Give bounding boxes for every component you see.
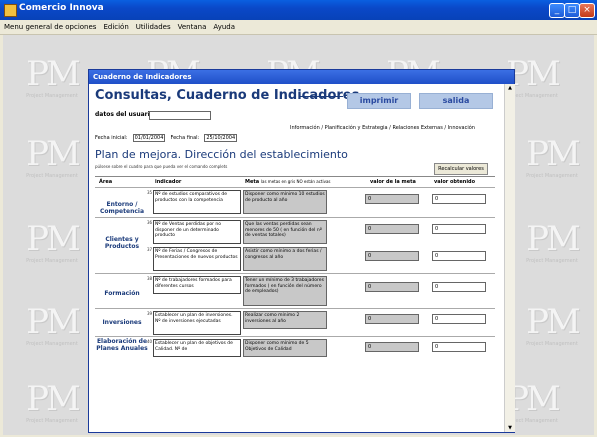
col-meta: Meta las metas en gris NO están activas: [245, 179, 331, 185]
col-valor-meta: valor de la meta: [370, 179, 416, 185]
row-number: 39: [147, 311, 153, 316]
indicador-field[interactable]: Establecer un plan de objetivos de Calid…: [153, 339, 241, 357]
date-row: Fecha inicial: 01/01/2004 Fecha final: 2…: [95, 124, 238, 143]
close-button[interactable]: ×: [579, 3, 595, 18]
header-divider: [95, 176, 495, 177]
indicadores-window: Cuaderno de Indicadores Consultas, Cuade…: [88, 69, 515, 433]
area-label: Clientes y Productos: [104, 236, 140, 250]
watermark-logo: PMProject Management: [526, 219, 581, 264]
col-area: Área: [99, 179, 113, 185]
valor-meta-field: 0: [365, 282, 419, 292]
watermark-logo: PMProject Management: [526, 134, 581, 179]
watermark-logo: PMProject Management: [526, 302, 581, 347]
area-label: Elaboración de Planes Anuales: [96, 338, 148, 352]
menu-item-edicion[interactable]: Edición: [99, 20, 131, 31]
plan-title: Plan de mejora. Dirección del establecim…: [95, 148, 348, 161]
recalcular-button[interactable]: Recalcular valores: [434, 163, 488, 175]
fecha-inicial-field[interactable]: 01/01/2004: [132, 134, 166, 142]
app-title: Comercio Innova: [19, 3, 104, 13]
meta-field: Realizar como mínimo 2 inversiones al añ…: [243, 311, 327, 329]
scroll-up-icon[interactable]: ▲: [505, 84, 515, 92]
app-title-bar: Comercio Innova _ □ ×: [0, 0, 597, 20]
indicador-field[interactable]: Nº de Ventas perdidas por no disponer de…: [153, 220, 241, 244]
indicador-field[interactable]: Nº de Ferias / Congresos de Presentacion…: [153, 247, 241, 271]
indicadores-window-title: Cuaderno de Indicadores: [89, 70, 514, 84]
menu-item-ventana[interactable]: Ventana: [174, 20, 210, 31]
minimize-button[interactable]: _: [549, 3, 565, 18]
watermark-logo: PMProject Management: [26, 379, 81, 424]
row-divider: [95, 217, 495, 218]
row-divider: [95, 336, 495, 337]
valor-meta-field: 0: [365, 251, 419, 261]
indicador-field[interactable]: Nº de trabajadores formados para diferen…: [153, 276, 241, 294]
table-header-divider: [95, 187, 495, 188]
imprimir-button[interactable]: imprimir: [347, 93, 411, 109]
form-header: Consultas, Cuaderno de Indicadores impri…: [95, 88, 505, 142]
user-label: datos del usuario:: [95, 111, 157, 118]
fecha-inicial-label: Fecha inicial:: [95, 135, 128, 141]
watermark-logo: PMProject Management: [26, 302, 81, 347]
row-divider: [95, 273, 495, 274]
valor-obtenido-field[interactable]: 0: [432, 224, 486, 234]
meta-field: Disponer como mínimo de 5 Objetivos de C…: [243, 339, 327, 357]
valor-obtenido-field[interactable]: 0: [432, 342, 486, 352]
valor-obtenido-field[interactable]: 0: [432, 194, 486, 204]
watermark-logo: PMProject Management: [26, 219, 81, 264]
col-indicador: indicador: [155, 179, 182, 185]
menu-item-utilidades[interactable]: Utilidades: [132, 20, 174, 31]
menu-item-opciones[interactable]: Menu general de opciones: [0, 20, 99, 31]
area-label: Entorno / Competencia: [99, 201, 144, 215]
row-number: 37: [147, 247, 153, 252]
area-label: Inversiones: [102, 319, 142, 326]
valor-meta-field: 0: [365, 314, 419, 324]
row-number: 40: [147, 339, 153, 344]
menu-item-ayuda[interactable]: Ayuda: [209, 20, 238, 31]
valor-obtenido-field[interactable]: 0: [432, 282, 486, 292]
meta-field: Asistir como mínimo a dos ferias / congr…: [243, 247, 327, 271]
valor-meta-field: 0: [365, 194, 419, 204]
indicador-field[interactable]: Establecer un plan de inversiones. Nº de…: [153, 311, 241, 335]
row-number: 35: [147, 190, 153, 195]
scroll-down-icon[interactable]: ▼: [505, 424, 515, 432]
menu-bar: Menu general de opciones Edición Utilidade…: [0, 20, 597, 35]
col-valor-obtenido: valor obtenido: [434, 179, 476, 185]
valor-meta-field: 0: [365, 224, 419, 234]
fecha-final-label: Fecha final:: [170, 135, 200, 141]
row-number: 38: [147, 276, 153, 281]
indicador-field[interactable]: Nº de estudios comparativos de productos…: [153, 190, 241, 214]
valor-meta-field: 0: [365, 342, 419, 352]
meta-field: Disponer como mínimo 10 estudios de prod…: [243, 190, 327, 214]
breadcrumb: Información / Planificación y Estrategia…: [290, 125, 475, 131]
row-number: 36: [147, 220, 153, 225]
valor-obtenido-field[interactable]: 0: [432, 314, 486, 324]
watermark-logo: PMProject Management: [26, 134, 81, 179]
meta-field: Tener un mínimo de 3 trabajadores formad…: [243, 276, 327, 306]
maximize-button[interactable]: □: [564, 3, 580, 18]
salida-button[interactable]: salida: [419, 93, 493, 109]
app-icon: [4, 4, 17, 17]
fecha-final-field[interactable]: 25/10/2004: [204, 134, 238, 142]
meta-field: Que las ventas perdidas sean menores de …: [243, 220, 327, 244]
vertical-scrollbar[interactable]: ▲ ▼: [504, 84, 515, 432]
hint-text: púlsese sobre el cuadro para que pueda v…: [95, 164, 228, 169]
row-divider: [95, 308, 495, 309]
valor-obtenido-field[interactable]: 0: [432, 251, 486, 261]
user-input[interactable]: [149, 111, 211, 120]
area-label: Formación: [104, 290, 140, 297]
title-rule: [299, 96, 343, 97]
watermark-logo: PMProject Management: [26, 54, 81, 99]
